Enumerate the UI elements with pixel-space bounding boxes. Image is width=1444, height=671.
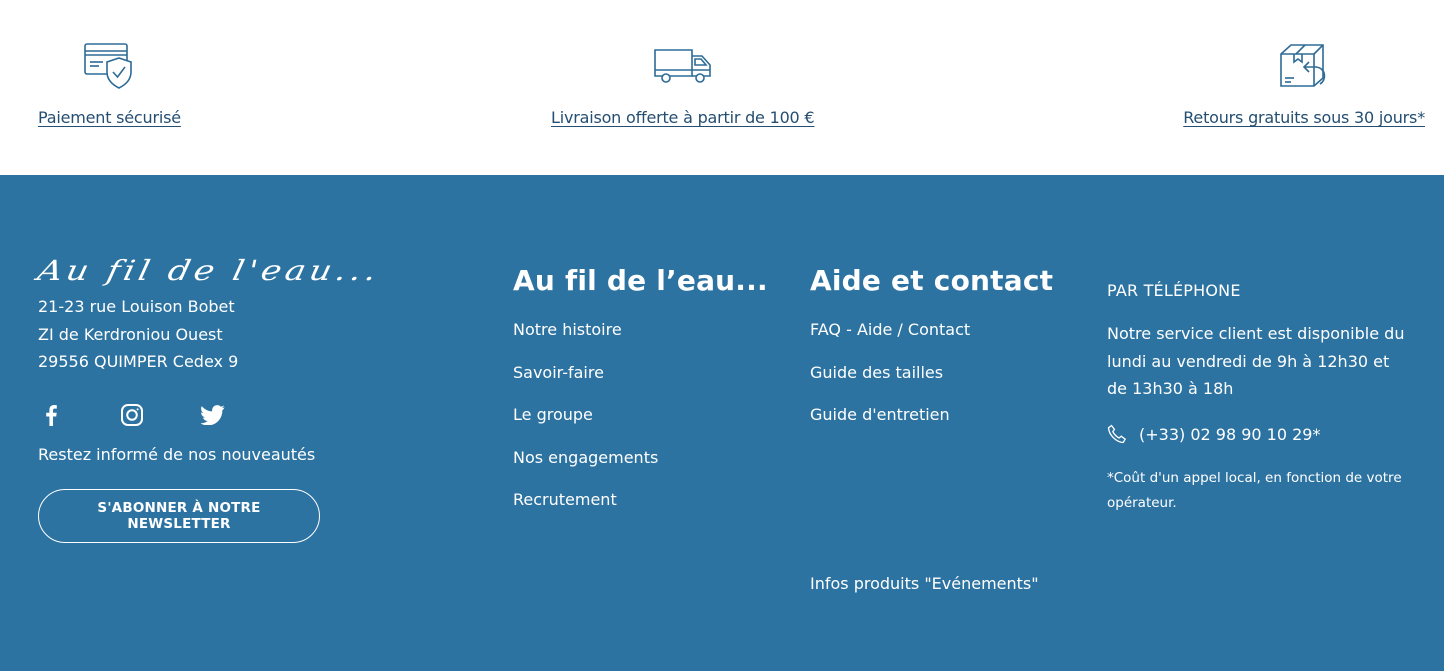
help-links: FAQ - Aide / Contact Guide des tailles G…	[810, 320, 970, 448]
footer-link-care-guide[interactable]: Guide d'entretien	[810, 405, 950, 424]
about-column-title: Au fil de l’eau...	[513, 264, 768, 297]
footer-link-faq-contact[interactable]: FAQ - Aide / Contact	[810, 320, 970, 339]
phone-icon	[1107, 423, 1129, 445]
footer-link-our-story[interactable]: Notre histoire	[513, 320, 622, 339]
phone-number-row: (+33) 02 98 90 10 29*	[1107, 423, 1320, 445]
social-links	[38, 402, 226, 428]
brand-logo[interactable]: Au fil de l'eau...	[35, 255, 384, 288]
footer-link-recruitment[interactable]: Recrutement	[513, 490, 617, 509]
newsletter-text: Restez informé de nos nouveautés	[38, 445, 316, 464]
secure-payment-link[interactable]: Paiement sécurisé	[38, 108, 181, 127]
instagram-icon[interactable]	[119, 402, 145, 428]
secure-payment-card-icon	[83, 40, 135, 92]
address-line: 29556 QUIMPER Cedex 9	[38, 352, 239, 371]
help-column-title: Aide et contact	[810, 264, 1054, 297]
footer-link-commitments[interactable]: Nos engagements	[513, 448, 658, 467]
reassurance-item-payment: Paiement sécurisé	[38, 40, 181, 127]
footer-link-event-products[interactable]: Infos produits "Evénements"	[810, 574, 1039, 593]
reassurance-bar: Paiement sécurisé Livraison offerte à pa…	[0, 0, 1444, 175]
phone-heading: PAR TÉLÉPHONE	[1107, 281, 1241, 300]
free-delivery-link[interactable]: Livraison offerte à partir de 100 €	[551, 108, 815, 127]
reassurance-item-delivery: Livraison offerte à partir de 100 €	[551, 40, 815, 127]
footer-link-size-guide[interactable]: Guide des tailles	[810, 363, 943, 382]
reassurance-item-returns: Retours gratuits sous 30 jours*	[1183, 40, 1425, 127]
footer-link-know-how[interactable]: Savoir-faire	[513, 363, 604, 382]
facebook-icon[interactable]	[38, 402, 64, 428]
company-address: 21-23 rue Louison Bobet ZI de Kerdroniou…	[38, 293, 238, 376]
twitter-icon[interactable]	[200, 402, 226, 428]
phone-cost-note: *Coût d'un appel local, en fonction de v…	[1107, 470, 1402, 511]
footer-link-group[interactable]: Le groupe	[513, 405, 593, 424]
address-line: ZI de Kerdroniou Ouest	[38, 324, 223, 344]
site-footer: Au fil de l'eau... 21-23 rue Louison Bob…	[0, 175, 1444, 671]
free-returns-link[interactable]: Retours gratuits sous 30 jours*	[1183, 108, 1425, 127]
return-box-icon	[1278, 40, 1330, 92]
address-line: 21-23 rue Louison Bobet	[38, 297, 235, 316]
phone-service-hours: Notre service client est disponible du l…	[1107, 324, 1405, 398]
delivery-truck-icon	[652, 40, 714, 92]
phone-number-link[interactable]: (+33) 02 98 90 10 29*	[1139, 425, 1320, 444]
about-links: Notre histoire Savoir-faire Le groupe No…	[513, 320, 658, 533]
newsletter-subscribe-button[interactable]: S'ABONNER À NOTRE NEWSLETTER	[38, 489, 320, 543]
